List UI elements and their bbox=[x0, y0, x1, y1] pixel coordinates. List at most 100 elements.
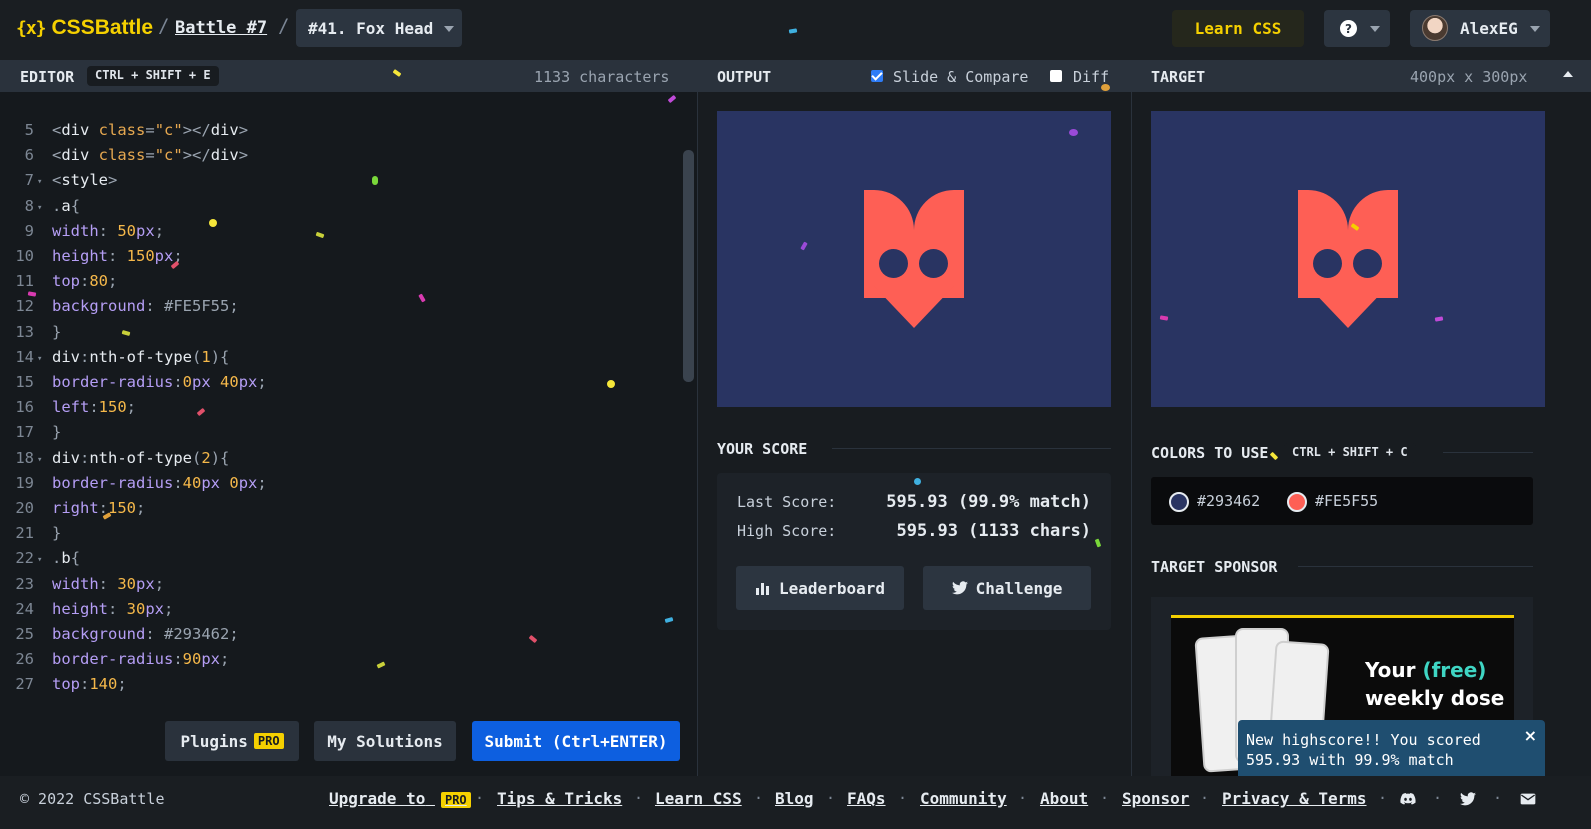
code-token: 0 bbox=[182, 373, 193, 391]
fold-arrow-icon[interactable]: ▾ bbox=[37, 347, 42, 372]
code-token: class bbox=[98, 146, 146, 165]
column-divider bbox=[1131, 92, 1132, 776]
footer-separator: · bbox=[475, 789, 485, 807]
colors-shortcut: CTRL + SHIFT + C bbox=[1284, 443, 1416, 463]
code-line[interactable]: 9 width: 50px; bbox=[0, 219, 680, 244]
footer-link-learn-css[interactable]: Learn CSS bbox=[655, 789, 742, 808]
editor-scrollbar[interactable] bbox=[683, 150, 694, 382]
line-number: 19 bbox=[15, 473, 34, 492]
output-canvas[interactable] bbox=[717, 111, 1111, 407]
challenge-button[interactable]: Challenge bbox=[923, 566, 1091, 610]
username: AlexEG bbox=[1460, 19, 1518, 38]
footer-link-sponsor[interactable]: Sponsor bbox=[1122, 789, 1189, 808]
fox-chin bbox=[874, 286, 954, 328]
code-text: <div class="c"></div> bbox=[52, 143, 248, 168]
code-line[interactable]: 27 top:140; bbox=[0, 672, 680, 697]
code-token: div bbox=[52, 347, 80, 366]
column-divider bbox=[697, 92, 698, 776]
panel-scroll-arrows[interactable] bbox=[1553, 60, 1583, 92]
code-line[interactable]: 22 ▾ .b{ bbox=[0, 546, 680, 571]
footer-link-blog[interactable]: Blog bbox=[775, 789, 814, 808]
code-text: height: 150px; bbox=[52, 244, 183, 269]
close-icon[interactable]: × bbox=[1524, 726, 1537, 746]
code-line[interactable]: 6 <div class="c"></div> bbox=[0, 143, 680, 168]
footer-link-upgrade[interactable]: Upgrade to PRO bbox=[329, 789, 471, 808]
line-number: 18 bbox=[15, 448, 34, 467]
code-line[interactable]: 21} bbox=[0, 521, 680, 546]
code-token: { bbox=[70, 549, 81, 568]
submit-button[interactable]: Submit (Ctrl+ENTER) bbox=[472, 721, 680, 761]
code-token: ){ bbox=[210, 448, 230, 467]
diff-checkbox[interactable] bbox=[1050, 70, 1062, 82]
footer-separator: · bbox=[898, 789, 908, 807]
my-solutions-button[interactable]: My Solutions bbox=[314, 721, 456, 761]
code-token: . bbox=[52, 196, 62, 215]
code-token: ; bbox=[117, 675, 127, 694]
footer-separator: · bbox=[634, 789, 644, 807]
code-line[interactable]: 16 left:150; bbox=[0, 395, 680, 420]
code-token: a bbox=[61, 196, 71, 215]
fold-arrow-icon[interactable]: ▾ bbox=[37, 448, 42, 473]
fold-arrow-icon[interactable]: ▾ bbox=[37, 170, 42, 195]
code-line[interactable]: 7 ▾ <style> bbox=[0, 168, 680, 193]
code-line[interactable]: 17} bbox=[0, 420, 680, 445]
fox-eye-right bbox=[919, 249, 948, 278]
twitter-icon[interactable] bbox=[1460, 792, 1476, 806]
code-token: : bbox=[145, 625, 164, 643]
fox-chin bbox=[1308, 286, 1388, 328]
footer-link-about[interactable]: About bbox=[1040, 789, 1088, 808]
code-token: 50 bbox=[117, 221, 137, 240]
highscore-toast[interactable]: × New highscore!! You scored 595.93 with… bbox=[1238, 720, 1545, 782]
pro-badge: PRO bbox=[253, 733, 284, 749]
code-line[interactable]: 19 border-radius:40px 0px; bbox=[0, 471, 680, 496]
footer-link-community[interactable]: Community bbox=[920, 789, 1007, 808]
plugins-label: Plugins bbox=[180, 731, 248, 751]
code-line[interactable]: 5 <div class="c"></div> bbox=[0, 118, 680, 143]
help-menu-button[interactable]: ? bbox=[1324, 10, 1390, 47]
code-line[interactable]: 8 ▾ .a{ bbox=[0, 194, 680, 219]
code-line[interactable]: 13} bbox=[0, 320, 680, 345]
target-select[interactable]: #41. Fox Head bbox=[296, 9, 462, 47]
code-line[interactable]: 10 height: 150px; bbox=[0, 244, 680, 269]
logo[interactable]: {x} CSSBattle bbox=[16, 16, 153, 40]
fold-arrow-icon[interactable]: ▾ bbox=[37, 548, 42, 573]
code-line[interactable]: 25 background: #293462; bbox=[0, 622, 680, 647]
code-line[interactable]: 23 width: 30px; bbox=[0, 572, 680, 597]
leaderboard-label: Leaderboard bbox=[779, 578, 885, 598]
code-token: div bbox=[210, 146, 239, 165]
code-text: .b{ bbox=[52, 546, 80, 571]
footer-link-tips[interactable]: Tips & Tricks bbox=[497, 789, 622, 808]
code-line[interactable]: 20 right:150; bbox=[0, 496, 680, 521]
color-chip-2[interactable]: #FE5F55 bbox=[1286, 477, 1406, 525]
color-chip-1[interactable]: #293462 bbox=[1168, 477, 1288, 525]
code-token: 40 bbox=[182, 473, 202, 492]
line-number: 14 bbox=[15, 347, 34, 366]
color-swatch bbox=[1169, 492, 1189, 512]
email-icon[interactable] bbox=[1520, 792, 1536, 806]
slide-compare-checkbox[interactable] bbox=[871, 70, 883, 82]
footer-link-privacy[interactable]: Privacy & Terms bbox=[1222, 789, 1367, 808]
user-menu-button[interactable]: AlexEG bbox=[1410, 10, 1550, 47]
fold-arrow-icon[interactable]: ▾ bbox=[37, 196, 42, 221]
code-line[interactable]: 18 ▾ div:nth-of-type(2){ bbox=[0, 446, 680, 471]
sponsor-free: (free) bbox=[1422, 658, 1487, 682]
code-token: px bbox=[136, 221, 155, 240]
code-token: div bbox=[61, 121, 99, 139]
code-line[interactable]: 24 height: 30px; bbox=[0, 597, 680, 622]
leaderboard-button[interactable]: Leaderboard bbox=[736, 566, 904, 610]
line-number: 6 bbox=[24, 146, 34, 165]
fox-eye-right bbox=[1353, 249, 1382, 278]
discord-icon[interactable] bbox=[1400, 792, 1416, 806]
code-token: nth-of-type bbox=[89, 448, 192, 467]
learn-css-button[interactable]: Learn CSS bbox=[1172, 10, 1304, 47]
plugins-button[interactable]: Plugins PRO bbox=[165, 721, 299, 761]
code-line[interactable]: 14 ▾ div:nth-of-type(1){ bbox=[0, 345, 680, 370]
code-editor[interactable]: 5 <div class="c"></div> 6 <div class="c"></… bbox=[0, 92, 697, 776]
code-line[interactable]: 26 border-radius:90px; bbox=[0, 647, 680, 672]
footer-link-faqs[interactable]: FAQs bbox=[847, 789, 886, 808]
code-token: : bbox=[80, 675, 90, 694]
battle-link[interactable]: Battle #7 bbox=[175, 18, 267, 38]
code-line[interactable]: 11 top:80; bbox=[0, 269, 680, 294]
code-line[interactable]: 12 background: #FE5F55; bbox=[0, 294, 680, 319]
code-line[interactable]: 15 border-radius:0px 40px; bbox=[0, 370, 680, 395]
